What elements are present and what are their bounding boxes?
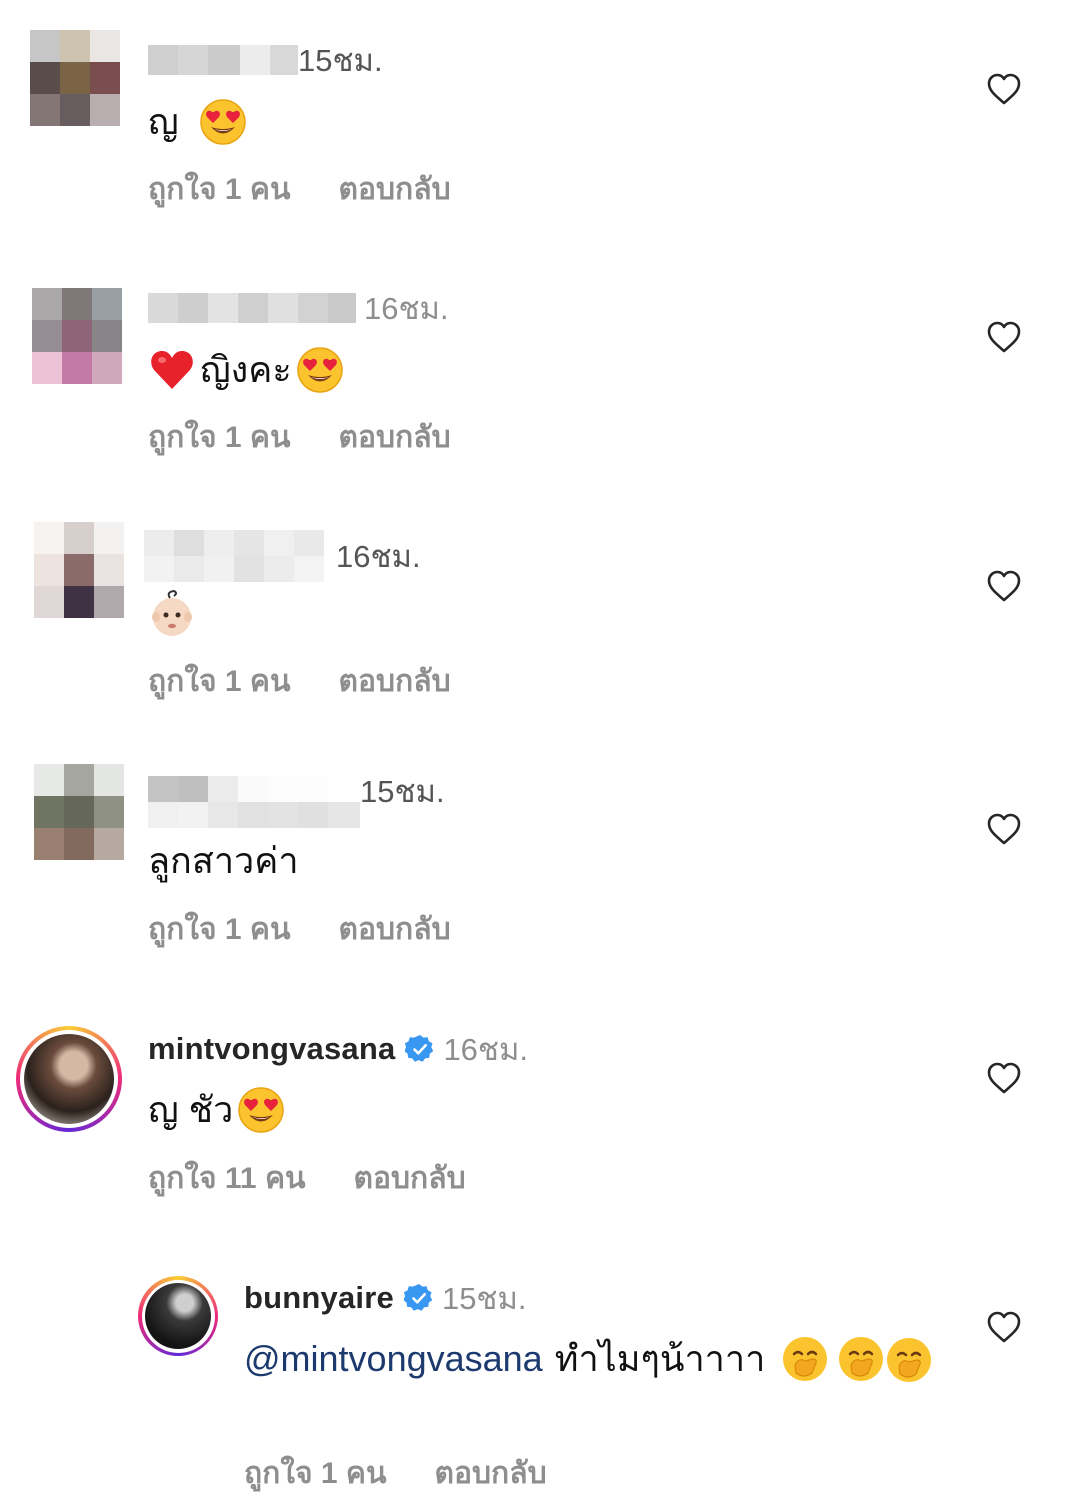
avatar[interactable]: [16, 1026, 122, 1132]
red-heart-emoji: [148, 346, 196, 394]
username-blurred[interactable]: [148, 293, 356, 323]
comment-body: ญ: [148, 101, 179, 142]
comment-time: 15ชม.: [298, 43, 383, 78]
comment-text: [148, 590, 196, 638]
username[interactable]: mintvongvasana: [148, 1031, 395, 1067]
reply-button[interactable]: ตอบกลับ: [354, 1155, 466, 1202]
heart-outline-icon[interactable]: [986, 320, 1022, 354]
comment-text: ญิงคะ: [148, 346, 344, 394]
avatar[interactable]: [138, 1276, 218, 1356]
reply-button[interactable]: ตอบกลับ: [339, 414, 451, 461]
avatar-photo: [24, 1034, 114, 1124]
reply-button[interactable]: ตอบกลับ: [339, 658, 451, 705]
comment-time: 15ชม.: [441, 1281, 527, 1316]
avatar[interactable]: [34, 764, 124, 860]
baby-emoji: [148, 590, 196, 638]
comment-time: 16ชม.: [443, 1032, 529, 1067]
comment-text: @mintvongvasana ทำไมๆน้าาาา: [244, 1334, 934, 1384]
comment-body: ญิงคะ: [200, 349, 292, 390]
avatar[interactable]: [30, 30, 120, 126]
likes-count[interactable]: ถูกใจ 1 คน: [148, 906, 291, 953]
heart-outline-icon[interactable]: [986, 72, 1022, 106]
heart-eyes-emoji: [296, 346, 344, 394]
heart-outline-icon[interactable]: [986, 569, 1022, 603]
comment-text: ลูกสาวค่า: [148, 838, 299, 884]
comment-text: ญ: [148, 98, 247, 146]
heart-eyes-emoji: [199, 98, 247, 146]
likes-count[interactable]: ถูกใจ 11 คน: [148, 1155, 306, 1202]
username-blurred[interactable]: [144, 530, 336, 582]
reply-button[interactable]: ตอบกลับ: [339, 166, 451, 213]
likes-count[interactable]: ถูกใจ 1 คน: [148, 166, 291, 213]
verified-badge-icon: [405, 1034, 435, 1064]
verified-badge-icon: [404, 1283, 434, 1313]
mention-link[interactable]: @mintvongvasana: [244, 1336, 543, 1382]
hand-over-mouth-emoji: [885, 1336, 933, 1384]
comment-time: 16ชม.: [336, 539, 421, 574]
reply-button[interactable]: ตอบกลับ: [435, 1450, 547, 1497]
hand-over-mouth-emoji: [837, 1335, 885, 1383]
heart-outline-icon[interactable]: [986, 812, 1022, 846]
comment-time: 16ชม.: [364, 291, 449, 326]
comment-body: ญ ชัว: [148, 1089, 234, 1130]
avatar-photo: [145, 1283, 211, 1349]
avatar[interactable]: [32, 288, 122, 384]
heart-outline-icon[interactable]: [986, 1061, 1022, 1095]
username-blurred[interactable]: [148, 45, 298, 75]
likes-count[interactable]: ถูกใจ 1 คน: [148, 414, 291, 461]
likes-count[interactable]: ถูกใจ 1 คน: [148, 658, 291, 705]
comment-body: ลูกสาวค่า: [148, 840, 299, 881]
hand-over-mouth-emoji: [781, 1335, 829, 1383]
heart-outline-icon[interactable]: [986, 1310, 1022, 1344]
likes-count[interactable]: ถูกใจ 1 คน: [244, 1450, 387, 1497]
username-blurred[interactable]: [148, 776, 360, 828]
comment-time: 15ชม.: [360, 774, 445, 809]
username[interactable]: bunnyaire: [244, 1280, 394, 1316]
avatar[interactable]: [34, 522, 124, 618]
comment-text: ญ ชัว: [148, 1086, 285, 1134]
reply-button[interactable]: ตอบกลับ: [339, 906, 451, 953]
heart-eyes-emoji: [237, 1086, 285, 1134]
comment-body: ทำไมๆน้าาาา: [554, 1338, 766, 1379]
